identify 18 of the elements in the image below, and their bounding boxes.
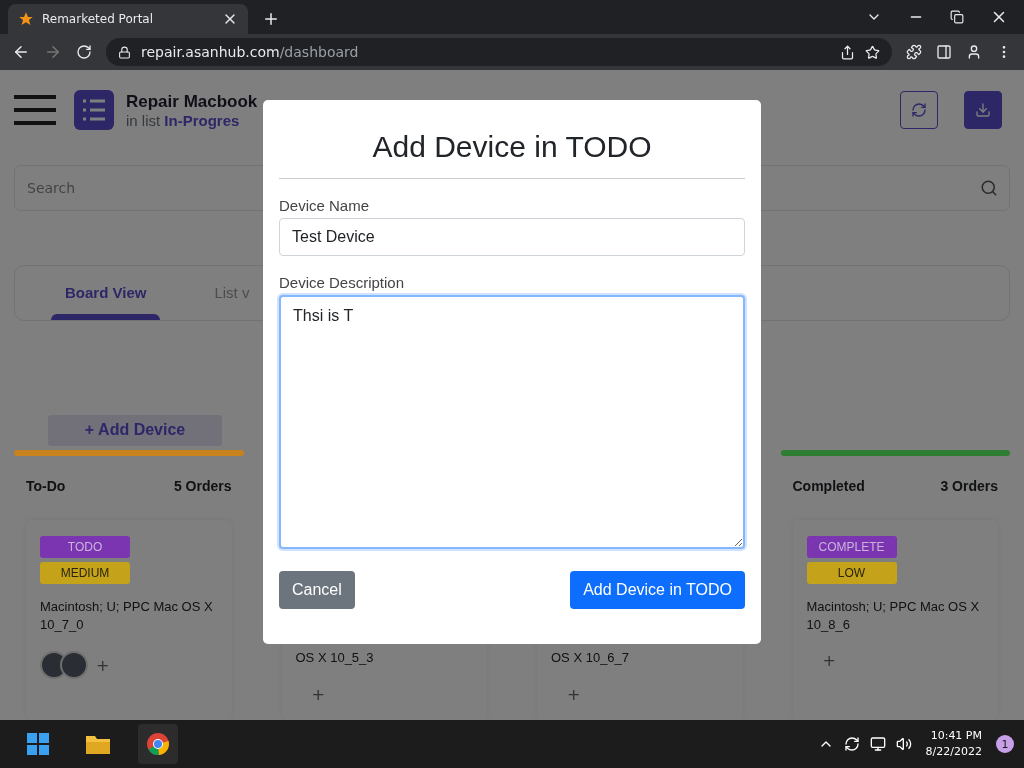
field-label: Device Name <box>279 197 371 214</box>
dialog-title: Add Device in TODO <box>279 130 745 179</box>
order-count: 3 Orders <box>940 478 998 496</box>
column-title: Completed <box>792 478 865 496</box>
device-text: OS X 10_5_3 <box>295 649 375 667</box>
status-tag: MEDIUM <box>40 562 130 584</box>
board-title: Repair Macbook <box>126 91 258 112</box>
field-label: Device Description <box>279 274 406 291</box>
url-text: repair.asanhub.com/dashboard <box>141 44 359 60</box>
status-tag: LOW <box>806 562 897 584</box>
status-tag: TODO <box>40 536 130 558</box>
device-text: Macintosh; U; PPC Mac OS X 10_7_0 <box>40 598 214 634</box>
device-text: Macintosh; U; PPC Mac OS X 10_8_6 <box>806 598 981 634</box>
status-tag: COMPLETE <box>806 536 897 558</box>
device-text: OS X 10_6_7 <box>551 649 631 667</box>
order-count: 5 Orders <box>173 478 232 496</box>
column-title: To-Do <box>26 478 66 496</box>
list-subtitle: in list In-Progres <box>126 111 241 129</box>
